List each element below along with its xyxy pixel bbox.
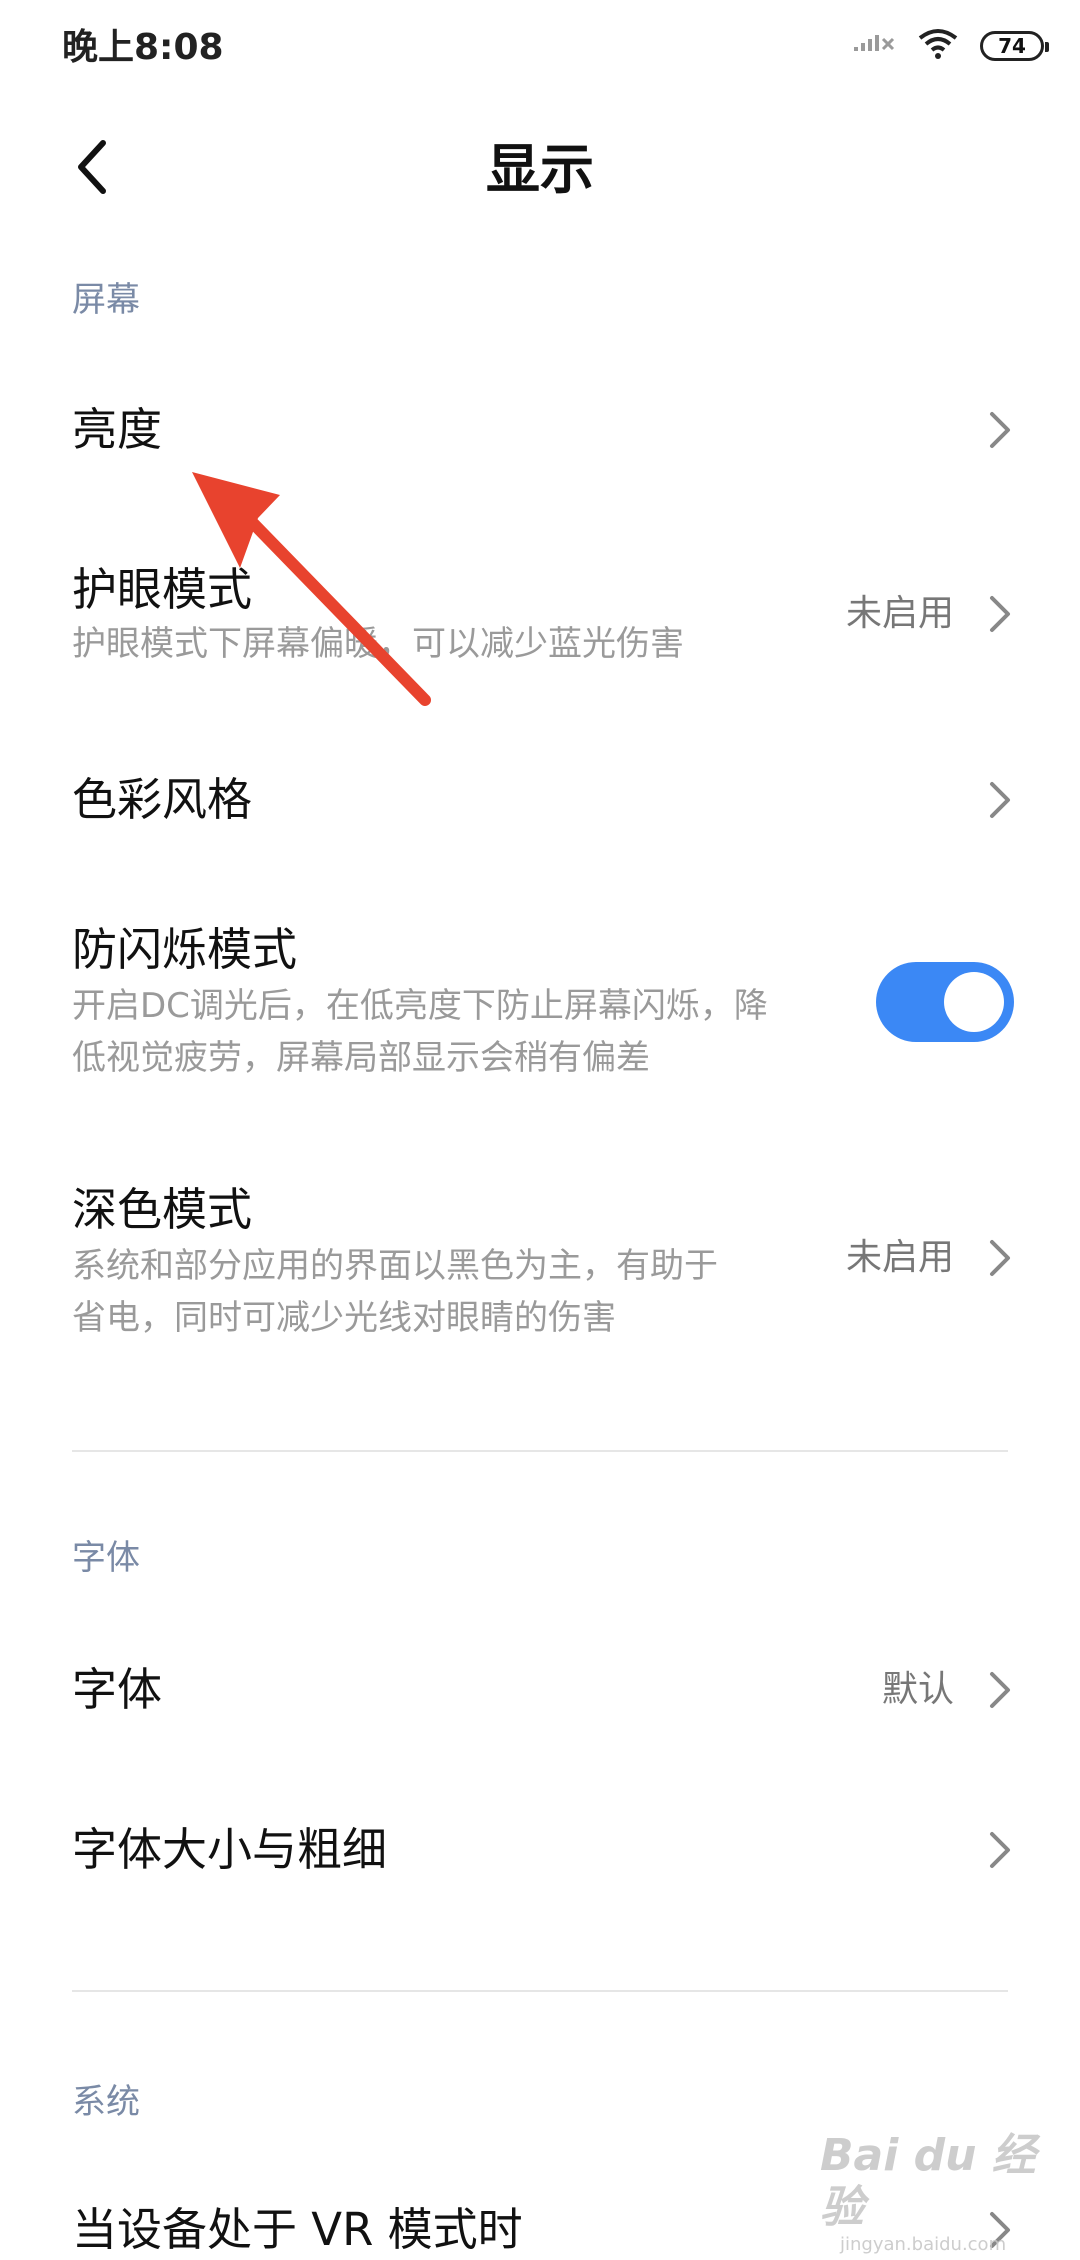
toggle-knob: [944, 972, 1004, 1032]
page-title: 显示: [486, 138, 594, 201]
chevron-right-icon: [984, 1670, 1014, 1710]
section-header-font: 字体: [72, 1538, 140, 1578]
row-value: 未启用: [845, 1237, 954, 1278]
divider: [72, 1990, 1008, 1992]
row-subtitle: 护眼模式下屏幕偏暖，可以减少蓝光伤害: [72, 624, 684, 664]
signal-off-icon: [852, 29, 896, 63]
row-title: 色彩风格: [72, 773, 253, 826]
row-dark-mode[interactable]: 深色模式 系统和部分应用的界面以黑色为主，有助于 省电，同时可减少光线对眼睛的伤…: [0, 1160, 1080, 1360]
row-title: 亮度: [72, 403, 163, 456]
status-icons: 74: [852, 28, 1049, 64]
row-subtitle-line1: 开启DC调光后，在低亮度下防止屏幕闪烁，降: [72, 986, 768, 1026]
chevron-right-icon: [984, 780, 1014, 820]
watermark-main: Bai du 经验: [820, 2130, 1036, 2233]
row-title: 防闪烁模式: [72, 923, 298, 976]
chevron-right-icon: [984, 1830, 1014, 1870]
row-anti-flicker: 防闪烁模式 开启DC调光后，在低亮度下防止屏幕闪烁，降 低视觉疲劳，屏幕局部显示…: [0, 900, 1080, 1100]
status-bar: 晚上8:08 74: [0, 0, 1080, 100]
row-title: 护眼模式: [72, 563, 253, 616]
row-title: 字体: [72, 1663, 163, 1716]
battery-icon: 74: [980, 31, 1049, 61]
divider: [72, 1450, 1008, 1452]
status-time: 晚上8:08: [62, 27, 224, 68]
row-title: 字体大小与粗细: [72, 1823, 388, 1876]
row-subtitle-line2: 低视觉疲劳，屏幕局部显示会稍有偏差: [72, 1038, 650, 1078]
row-subtitle-line1: 系统和部分应用的界面以黑色为主，有助于: [72, 1246, 718, 1286]
row-brightness[interactable]: 亮度: [0, 370, 1080, 490]
row-value: 默认: [881, 1669, 954, 1710]
nav-bar: 显示: [0, 110, 1080, 230]
chevron-right-icon: [984, 410, 1014, 450]
anti-flicker-toggle[interactable]: [876, 962, 1014, 1042]
row-value: 未启用: [845, 593, 954, 634]
watermark-sub: jingyan.baidu.com: [840, 2234, 1007, 2255]
row-font-size[interactable]: 字体大小与粗细: [0, 1790, 1080, 1910]
chevron-right-icon: [984, 594, 1014, 634]
row-font[interactable]: 字体 默认: [0, 1630, 1080, 1750]
section-header-system: 系统: [72, 2082, 140, 2122]
row-title: 当设备处于 VR 模式时: [72, 2203, 523, 2256]
wifi-icon: [918, 28, 958, 64]
battery-level: 74: [998, 34, 1026, 58]
section-header-screen: 屏幕: [72, 280, 140, 320]
row-subtitle-line2: 省电，同时可减少光线对眼睛的伤害: [72, 1298, 616, 1338]
watermark-logo: Bai du 经验 jingyan.baidu.com: [820, 2130, 1060, 2255]
row-color-style[interactable]: 色彩风格: [0, 740, 1080, 860]
row-eye-care[interactable]: 护眼模式 护眼模式下屏幕偏暖，可以减少蓝光伤害 未启用: [0, 540, 1080, 700]
chevron-right-icon: [984, 1238, 1014, 1278]
row-title: 深色模式: [72, 1183, 253, 1236]
